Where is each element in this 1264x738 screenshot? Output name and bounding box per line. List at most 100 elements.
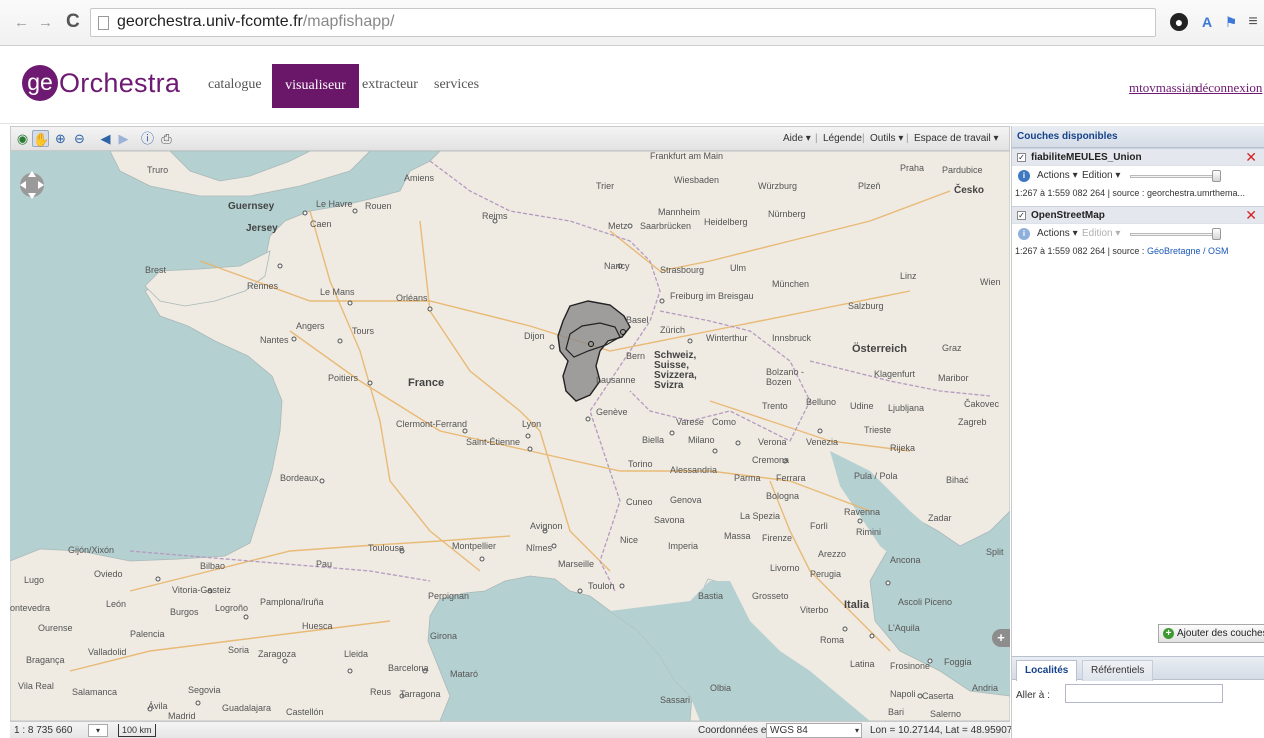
map-label: Firenze xyxy=(762,533,793,543)
map-label: Salzburg xyxy=(848,301,884,311)
print-icon[interactable]: ⎙ xyxy=(158,130,175,147)
layer-header[interactable]: ✓ fiabiliteMEULES_Union ✕ xyxy=(1012,148,1264,166)
map-label: Tarragona xyxy=(400,689,441,699)
map-label: Parma xyxy=(734,473,761,483)
layer-actions-menu[interactable]: Actions ▾ xyxy=(1037,170,1078,181)
map-label: Massa xyxy=(724,531,751,541)
map-label: Avignon xyxy=(530,521,563,531)
map-label: Perpignan xyxy=(428,591,470,601)
map-label: Sassari xyxy=(660,695,691,705)
tab-localites[interactable]: Localités xyxy=(1016,660,1078,681)
map-label: Split xyxy=(986,547,1004,557)
nav-visualiseur[interactable]: visualiseur xyxy=(272,64,359,108)
map-label: Trieste xyxy=(864,425,892,435)
bookmark-flag-icon[interactable]: ⚑ xyxy=(1222,13,1240,31)
opacity-slider-track[interactable] xyxy=(1130,175,1216,178)
help-menu[interactable]: Aide ▾ xyxy=(783,133,811,144)
workspace-menu[interactable]: Espace de travail ▾ xyxy=(914,133,999,144)
map-label: Praha xyxy=(900,163,925,173)
map-status-bar: 1 : 8 735 660 ▾ 100 km Coordonnées en WG… xyxy=(10,721,1012,738)
map-label: Ourense xyxy=(38,623,73,633)
overview-map-toggle[interactable]: + xyxy=(992,629,1010,647)
address-bar[interactable]: georchestra.univ-fcomte.fr/mapfishapp/ xyxy=(90,8,1156,37)
map-label: Zagreb xyxy=(958,417,987,427)
map-label: Marseille xyxy=(558,559,595,569)
layer-visibility-checkbox[interactable]: ✓ xyxy=(1017,211,1026,220)
map-label: Guernsey xyxy=(228,201,275,212)
logout-link[interactable]: déconnexion xyxy=(1196,80,1262,96)
info-icon[interactable]: ⓘ xyxy=(139,130,156,147)
tab-referentiels[interactable]: Référentiels xyxy=(1082,660,1154,681)
projection-select[interactable]: WGS 84 ▾ xyxy=(766,723,862,738)
map-label: Bolzano - Bozen xyxy=(766,367,805,387)
map-label: Bologna xyxy=(766,491,800,501)
map-label: Pardubice xyxy=(942,165,983,175)
map-viewport[interactable]: Truro Guernsey Jersey Le Havre Rouen Cae… xyxy=(10,151,1010,721)
layer-source: 1:267 à 1:559 082 264 | source : GéoBret… xyxy=(1012,244,1264,260)
previous-icon[interactable]: ◀ xyxy=(97,130,114,147)
georchestra-logo[interactable]: ge Orchestra xyxy=(22,65,180,101)
remove-layer-icon[interactable]: ✕ xyxy=(1245,207,1257,224)
map-label: Bari xyxy=(888,707,905,717)
layer-name: fiabiliteMEULES_Union xyxy=(1031,152,1142,163)
map-label: Caen xyxy=(310,219,332,229)
pan-hand-icon[interactable]: ✋ xyxy=(32,130,49,147)
map-label: Linz xyxy=(900,271,917,281)
nav-extracteur[interactable]: extracteur xyxy=(362,77,418,93)
globe-icon[interactable]: ◉ xyxy=(14,130,31,147)
tools-menu[interactable]: Outils ▾ xyxy=(870,133,903,144)
map-label: Lyon xyxy=(522,419,542,429)
map-label: Arezzo xyxy=(818,549,847,559)
legend-button[interactable]: Légende xyxy=(823,133,862,144)
opacity-slider-thumb[interactable] xyxy=(1212,228,1221,240)
back-icon[interactable]: ← xyxy=(14,14,29,31)
add-layers-button[interactable]: + Ajouter des couches xyxy=(1158,624,1264,643)
map-label: Bastia xyxy=(698,591,724,601)
nav-catalogue[interactable]: catalogue xyxy=(208,77,262,93)
map-label: Dijon xyxy=(524,331,545,341)
map-label: Milano xyxy=(688,435,715,445)
map-label: Olbia xyxy=(710,683,732,693)
plus-icon: + xyxy=(1163,628,1174,639)
forward-icon[interactable]: → xyxy=(38,14,53,31)
map-label: León xyxy=(106,599,127,609)
layer-actions-menu[interactable]: Actions ▾ xyxy=(1037,228,1078,239)
nav-services[interactable]: services xyxy=(434,77,479,93)
map-label: Ljubljana xyxy=(888,403,925,413)
url-text[interactable]: georchestra.univ-fcomte.fr/mapfishapp/ xyxy=(117,13,394,31)
map-label: Brest xyxy=(145,265,167,275)
goto-input[interactable] xyxy=(1065,684,1223,703)
zoom-in-icon[interactable]: ⊕ xyxy=(52,130,69,147)
layer-source-link[interactable]: GéoBretagne / OSM xyxy=(1147,246,1229,256)
info-icon[interactable]: i xyxy=(1018,170,1030,182)
map-label: Bilbao xyxy=(200,561,226,571)
translate-icon[interactable]: A xyxy=(1198,13,1216,31)
map-label: Tours xyxy=(352,326,375,336)
map-label: Klagenfurt xyxy=(874,369,916,379)
map-label: Lugo xyxy=(24,575,45,585)
next-icon[interactable]: ▶ xyxy=(115,130,132,147)
menu-icon[interactable]: ≡ xyxy=(1244,13,1262,31)
reload-icon[interactable]: C xyxy=(66,11,80,33)
map-label: Rouen xyxy=(365,201,392,211)
layer-edition-menu[interactable]: Edition ▾ xyxy=(1082,170,1120,181)
remove-layer-icon[interactable]: ✕ xyxy=(1245,149,1257,166)
map-label: Burgos xyxy=(170,607,199,617)
pan-control[interactable] xyxy=(18,165,46,205)
map-label: Wiesbaden xyxy=(674,175,720,185)
layer-visibility-checkbox[interactable]: ✓ xyxy=(1017,153,1026,162)
scale-dropdown[interactable]: ▾ xyxy=(88,724,108,737)
map-label: Reims xyxy=(482,211,508,221)
layer-edition-menu: Edition ▾ xyxy=(1082,228,1121,239)
layer-header[interactable]: ✓ OpenStreetMap ✕ xyxy=(1012,206,1264,224)
info-icon[interactable]: i xyxy=(1018,228,1030,240)
map-label: Zürich xyxy=(660,325,686,335)
opacity-slider-track[interactable] xyxy=(1130,233,1216,236)
extension-globe-icon[interactable]: ● xyxy=(1170,13,1188,31)
map-label: Toulon xyxy=(588,581,615,591)
layer-source-name: georchestra.umrthema... xyxy=(1146,188,1245,198)
map-label: Genève xyxy=(596,407,628,417)
zoom-out-icon[interactable]: ⊖ xyxy=(71,130,88,147)
map-label: Alessandria xyxy=(670,465,718,475)
opacity-slider-thumb[interactable] xyxy=(1212,170,1221,182)
